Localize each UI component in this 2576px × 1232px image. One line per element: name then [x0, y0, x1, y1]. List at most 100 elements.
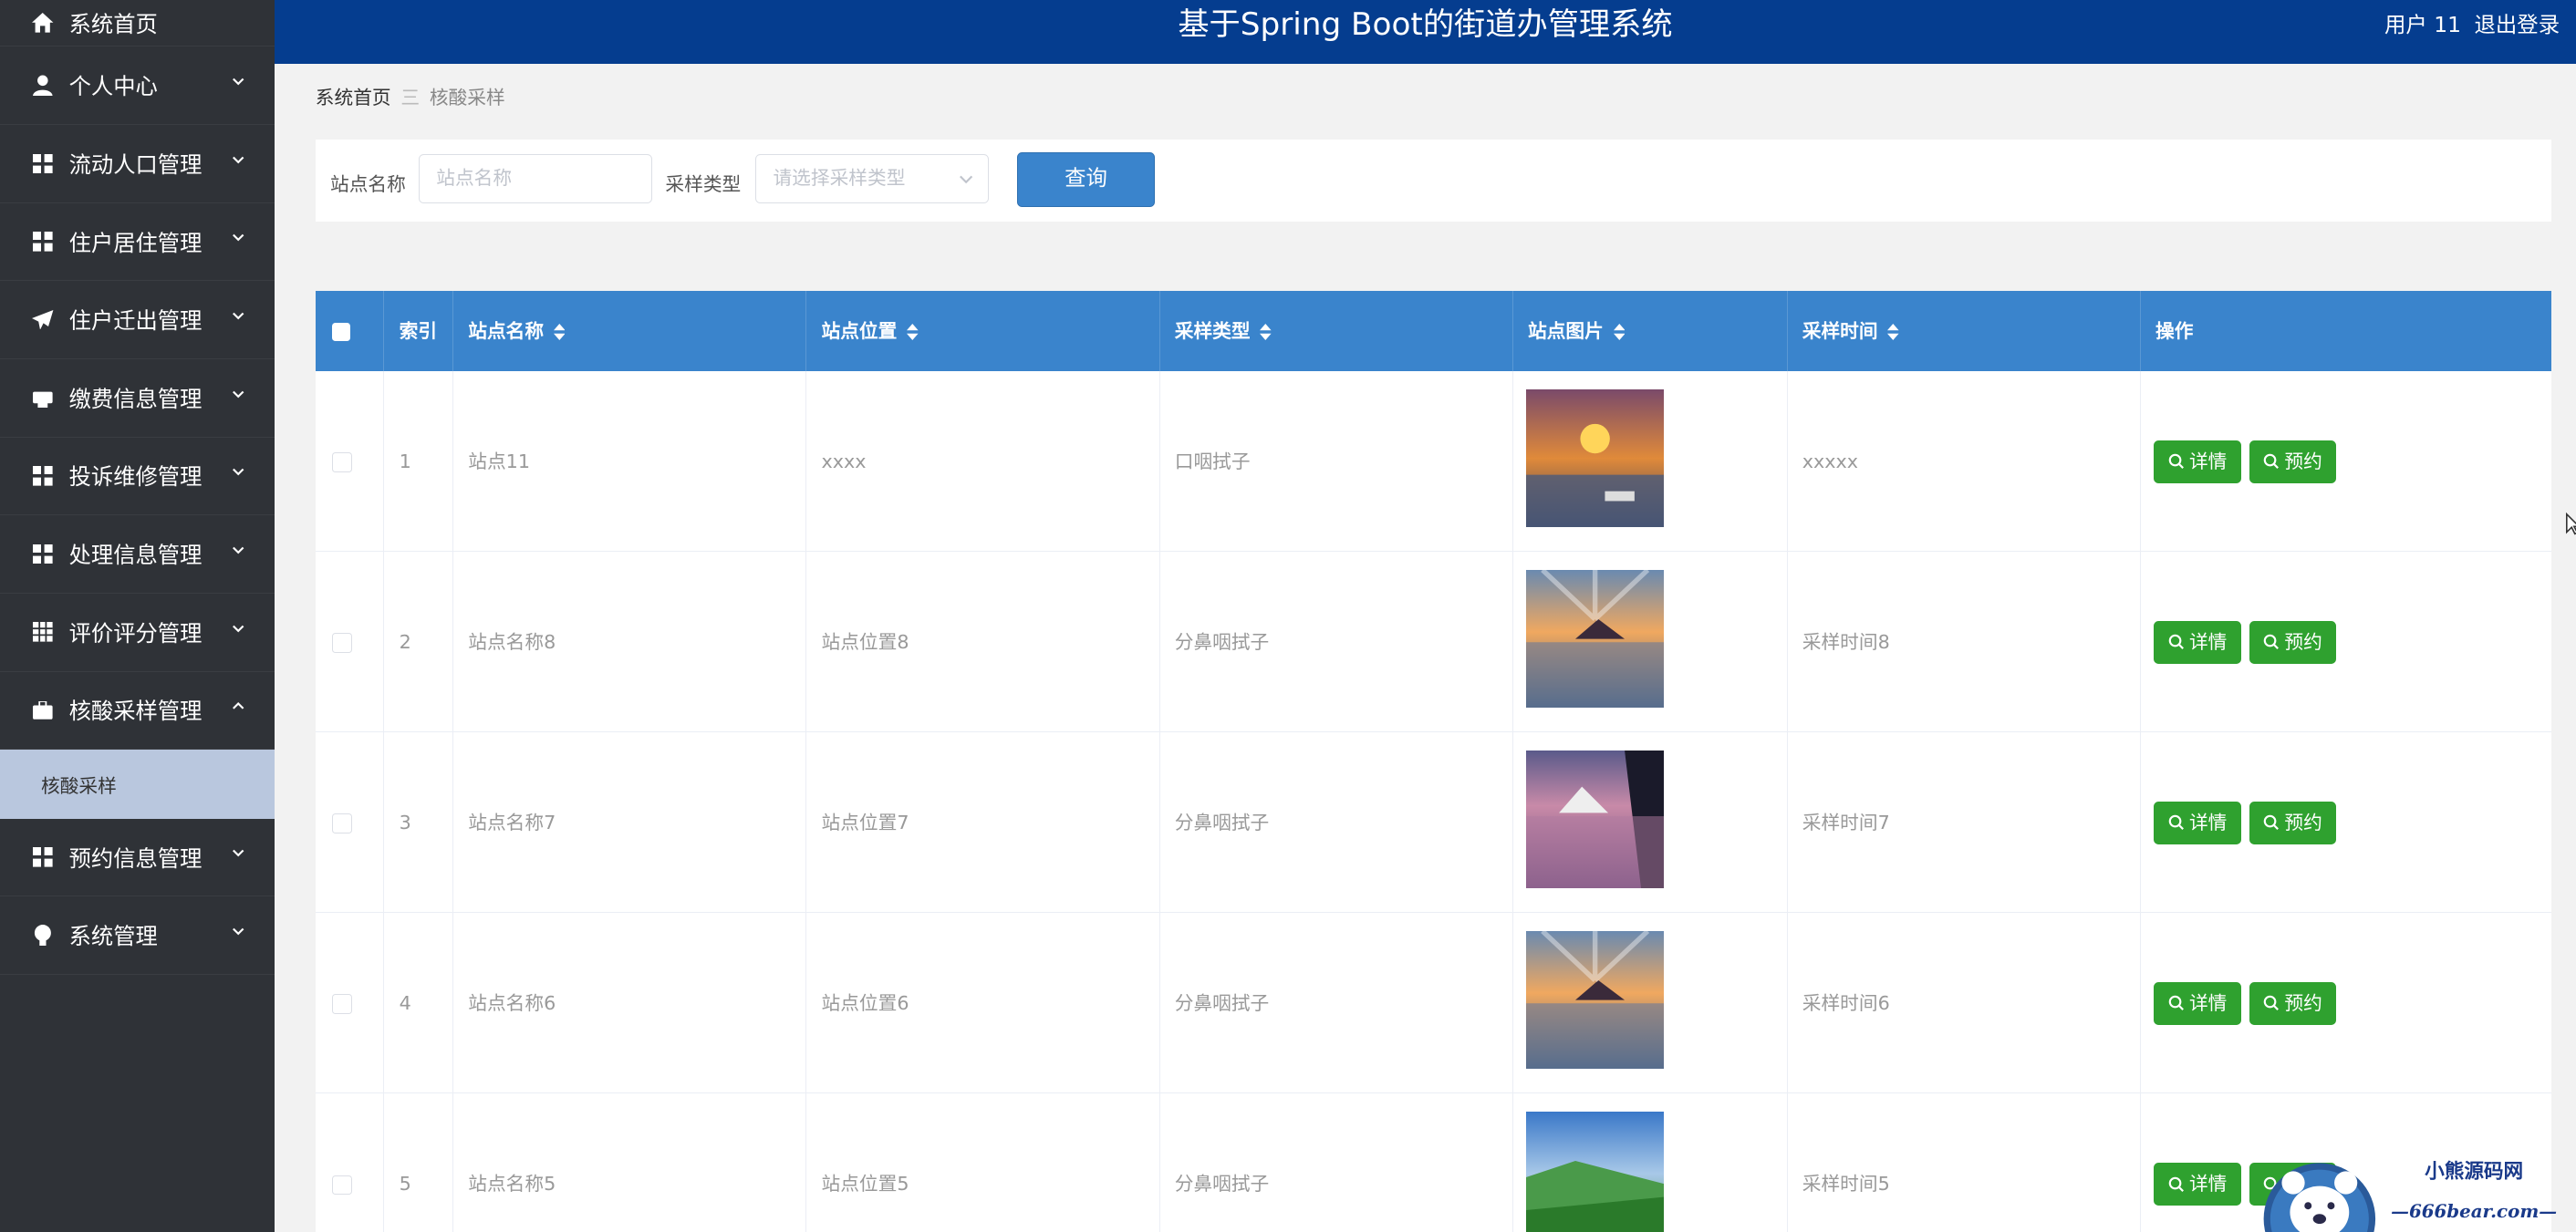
- station-image-mountain-rays[interactable]: [1526, 569, 1665, 709]
- app-title: 基于Spring Boot的街道办管理系统: [1178, 6, 1673, 43]
- station-image-lake-mountain[interactable]: [1526, 751, 1665, 889]
- sidebar-item-nucleic[interactable]: 核酸采样管理: [0, 672, 275, 751]
- grid-icon: [29, 153, 56, 174]
- row-checkbox[interactable]: [331, 1175, 352, 1196]
- search-icon: [2168, 815, 2184, 831]
- reserve-button-label: 预约: [2284, 450, 2322, 472]
- cell-sampling-time: xxxxx: [1788, 371, 2141, 553]
- row-select-cell: [316, 552, 385, 733]
- cell-station-image: [1513, 913, 1788, 1094]
- chevron-down-icon: [233, 625, 244, 632]
- row-checkbox[interactable]: [331, 452, 352, 472]
- print-icon: [29, 388, 56, 409]
- row-select-cell: [316, 371, 385, 553]
- table-row: 2 站点名称8 站点位置8 分鼻咽拭子 采样时间8 详情 预约: [315, 552, 2552, 733]
- sidebar-item-moveout[interactable]: 住户迁出管理: [0, 281, 275, 359]
- cell-index: 3: [384, 732, 454, 914]
- row-checkbox[interactable]: [331, 994, 352, 1015]
- sampling-type-select[interactable]: 请选择采样类型: [755, 154, 990, 204]
- cell-sampling-type: 分鼻咽拭子: [1160, 913, 1513, 1094]
- reserve-button[interactable]: 预约: [2249, 982, 2337, 1025]
- col-header-location[interactable]: 站点位置: [806, 290, 1160, 372]
- logout-link[interactable]: 退出登录: [2474, 12, 2560, 37]
- reserve-button-label: 预约: [2284, 630, 2322, 653]
- sidebar-item-residence[interactable]: 住户居住管理: [0, 203, 275, 282]
- sampling-type-placeholder: 请选择采样类型: [773, 167, 906, 190]
- sort-icon[interactable]: [1887, 323, 1899, 340]
- sidebar-item-label: 核酸采样管理: [68, 698, 203, 725]
- cell-actions: 详情 预约: [2141, 552, 2551, 732]
- watermark: 小熊源码网 —666bear.com—: [2260, 1150, 2572, 1232]
- sort-icon[interactable]: [907, 323, 919, 340]
- detail-button[interactable]: 详情: [2154, 440, 2241, 483]
- grid-icon: [29, 232, 56, 252]
- user-icon: [29, 75, 56, 97]
- top-header: 基于Spring Boot的街道办管理系统 用户 11 退出登录: [274, 0, 2576, 65]
- cell-sampling-time: 采样时间7: [1788, 732, 2141, 914]
- sidebar-item-label: 个人中心: [68, 73, 158, 100]
- sidebar-item-payment[interactable]: 缴费信息管理: [0, 359, 275, 438]
- query-button[interactable]: 查询: [1016, 152, 1156, 207]
- sidebar-item-floating-population[interactable]: 流动人口管理: [0, 125, 275, 203]
- col-header-station-image[interactable]: 站点图片: [1513, 290, 1788, 372]
- col-header-actions: 操作: [2141, 291, 2551, 371]
- col-header-sampling-type[interactable]: 采样类型: [1160, 290, 1513, 372]
- detail-button[interactable]: 详情: [2154, 620, 2241, 664]
- table-row: 5 站点名称5 站点位置5 分鼻咽拭子 采样时间5 详情 预约: [315, 1093, 2552, 1232]
- reserve-button[interactable]: 预约: [2249, 620, 2337, 664]
- col-header-station-name[interactable]: 站点名称: [453, 290, 807, 372]
- sidebar-item-system[interactable]: 系统管理: [0, 896, 275, 976]
- chevron-up-icon: [233, 702, 244, 709]
- detail-button-label: 详情: [2188, 450, 2228, 472]
- grid-icon: [29, 544, 56, 564]
- cell-sampling-time: 采样时间6: [1788, 913, 2141, 1094]
- cell-station-image: [1513, 552, 1788, 733]
- sidebar-item-rating[interactable]: 评价评分管理: [0, 594, 275, 672]
- row-checkbox[interactable]: [331, 813, 352, 834]
- sidebar-item-complaint[interactable]: 投诉维修管理: [0, 438, 275, 516]
- select-all-cell: [316, 290, 385, 372]
- chevron-down-icon: [233, 927, 244, 936]
- reserve-button[interactable]: 预约: [2249, 440, 2337, 483]
- reserve-button-label: 预约: [2284, 811, 2322, 833]
- sort-icon[interactable]: [1260, 323, 1272, 340]
- sidebar-item-label: 投诉维修管理: [68, 463, 203, 491]
- cell-sampling-type: 分鼻咽拭子: [1160, 552, 1513, 733]
- cell-actions: 详情 预约: [2141, 913, 2551, 1093]
- cell-actions: 详情 预约: [2141, 732, 2551, 913]
- col-header-sampling-time[interactable]: 采样时间: [1788, 290, 2141, 372]
- sidebar-item-label: 评价评分管理: [68, 619, 203, 647]
- watermark-bear-icon: 小熊源码网 —666bear.com—: [2263, 1159, 2557, 1232]
- detail-button[interactable]: 详情: [2154, 982, 2241, 1025]
- search-icon: [2263, 815, 2279, 831]
- detail-button[interactable]: 详情: [2154, 1163, 2241, 1206]
- sidebar: 系统首页 个人中心 流动人口管理 住户居住管理 住户迁出管理 缴费信息管理 投诉…: [0, 0, 275, 1232]
- select-all-checkbox[interactable]: [331, 322, 350, 341]
- row-checkbox[interactable]: [331, 633, 352, 654]
- sort-icon[interactable]: [1613, 323, 1626, 340]
- col-header-index: 索引: [384, 290, 454, 372]
- station-name-input[interactable]: 站点名称: [419, 154, 653, 204]
- cell-index: 5: [384, 1093, 454, 1232]
- station-image-green-valley[interactable]: [1526, 1112, 1665, 1232]
- sidebar-item-appointment[interactable]: 预约信息管理: [0, 819, 275, 897]
- col-header-label: 索引: [399, 319, 438, 342]
- cell-station-image: [1513, 732, 1788, 914]
- col-header-label: 操作: [2155, 319, 2194, 342]
- detail-button[interactable]: 详情: [2154, 801, 2241, 844]
- sidebar-item-personal[interactable]: 个人中心: [0, 47, 275, 126]
- station-image-sunset[interactable]: [1526, 388, 1665, 528]
- current-user: 用户 11: [2384, 12, 2462, 37]
- detail-button-label: 详情: [2188, 630, 2228, 653]
- detail-button-label: 详情: [2188, 811, 2228, 833]
- chevron-down-icon: [959, 175, 972, 184]
- sidebar-subitem-nucleic-sampling[interactable]: 核酸采样: [0, 750, 275, 819]
- sidebar-item-home[interactable]: 系统首页: [0, 0, 275, 47]
- breadcrumb-home[interactable]: 系统首页: [316, 87, 391, 109]
- sort-icon[interactable]: [553, 323, 566, 340]
- chevron-down-icon: [233, 312, 244, 320]
- sidebar-item-process[interactable]: 处理信息管理: [0, 515, 275, 594]
- header-user-area: 用户 11 退出登录: [2372, 0, 2560, 51]
- reserve-button[interactable]: 预约: [2249, 801, 2337, 844]
- station-image-mountain-rays[interactable]: [1526, 931, 1665, 1070]
